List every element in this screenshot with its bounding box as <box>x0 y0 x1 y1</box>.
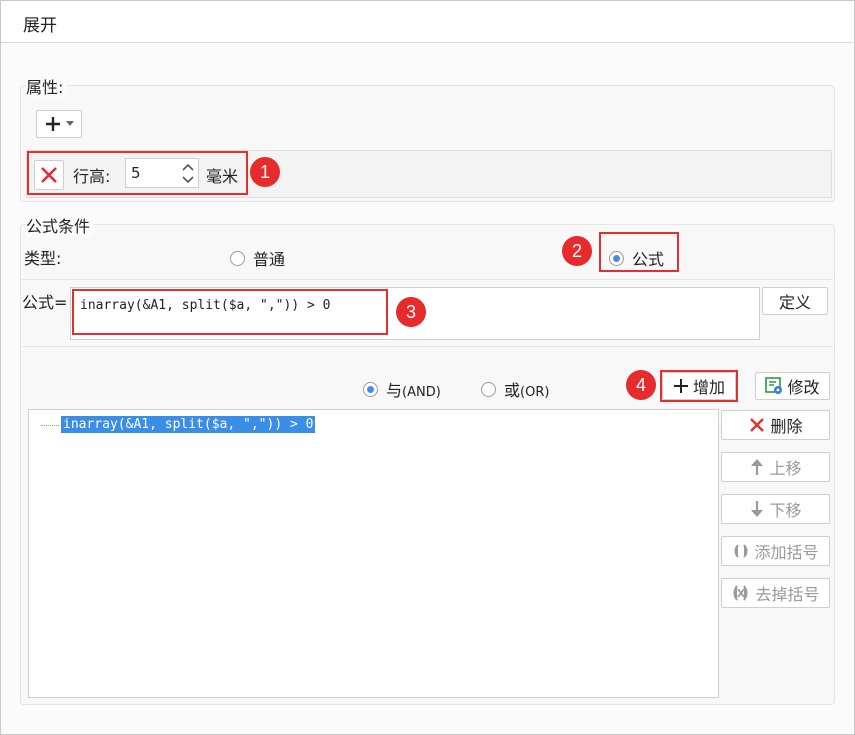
bracket-icon <box>734 544 748 558</box>
annotation-badge-4: 4 <box>626 370 656 400</box>
modify-condition-label: 修改 <box>787 378 820 397</box>
logic-or-tag: (OR) <box>520 385 550 400</box>
dialog-title-bar: 展开 <box>1 1 853 43</box>
divider <box>22 279 833 280</box>
logic-radio-or[interactable]: 或(OR) <box>481 377 549 401</box>
type-label: 类型: <box>24 249 62 268</box>
annotation-badge-3: 3 <box>396 297 426 327</box>
radio-circle[interactable] <box>481 381 496 397</box>
annotation-box-2 <box>599 232 679 272</box>
delete-condition-button[interactable]: 删除 <box>721 410 830 440</box>
logic-or-label: 或 <box>504 381 521 400</box>
delete-condition-label: 删除 <box>770 417 803 436</box>
annotation-box-3 <box>72 289 388 335</box>
tree-connector <box>41 425 59 426</box>
properties-legend: 属性: <box>26 74 68 98</box>
move-up-label: 上移 <box>769 459 802 478</box>
annotation-box-1 <box>27 151 248 195</box>
caret-down-icon <box>66 121 74 126</box>
close-icon <box>750 418 765 432</box>
logic-and-label: 与 <box>386 381 403 400</box>
add-property-dropdown-button[interactable] <box>36 110 82 138</box>
formula-label: 公式= <box>22 293 68 312</box>
logic-radio-and[interactable]: 与(AND) <box>363 377 441 401</box>
remove-bracket-button[interactable]: 去掉括号 <box>721 578 830 608</box>
arrow-up-icon <box>751 459 764 475</box>
type-radio-normal[interactable]: 普通 <box>230 246 285 270</box>
condition-list-item[interactable]: inarray(&A1, split($a, ",")) > 0 <box>61 416 316 433</box>
arrow-down-icon <box>751 501 764 517</box>
radio-circle[interactable] <box>230 250 245 266</box>
annotation-box-4 <box>660 370 738 402</box>
type-radio-normal-label: 普通 <box>253 250 286 269</box>
move-down-button[interactable]: 下移 <box>721 494 830 524</box>
annotation-badge-1: 1 <box>250 157 280 187</box>
logic-and-tag: (AND) <box>402 385 441 400</box>
add-bracket-label: 添加括号 <box>754 543 819 562</box>
remove-bracket-icon <box>733 585 748 601</box>
divider <box>22 346 833 347</box>
condition-list[interactable]: inarray(&A1, split($a, ",")) > 0 <box>28 409 719 698</box>
plus-icon <box>46 117 60 131</box>
remove-bracket-label: 去掉括号 <box>755 585 820 604</box>
modify-condition-button[interactable]: 修改 <box>755 372 830 400</box>
radio-circle-selected[interactable] <box>363 381 378 397</box>
define-button[interactable]: 定义 <box>762 287 828 315</box>
annotation-badge-2: 2 <box>562 236 592 266</box>
move-up-button[interactable]: 上移 <box>721 452 830 482</box>
add-bracket-button[interactable]: 添加括号 <box>721 536 830 566</box>
formula-condition-legend: 公式条件 <box>26 213 95 237</box>
edit-icon <box>765 377 783 394</box>
dialog-title: 展开 <box>23 16 57 36</box>
move-down-label: 下移 <box>769 501 802 520</box>
